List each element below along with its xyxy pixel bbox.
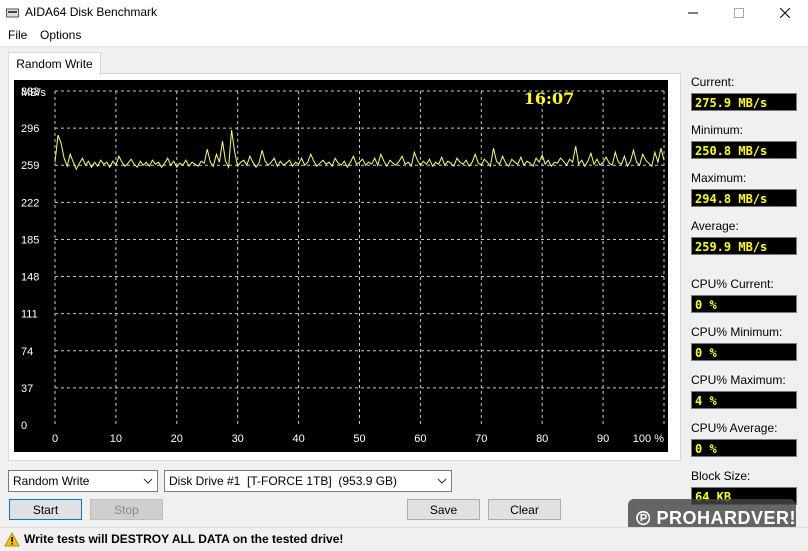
cpu-current-label: CPU% Current: — [691, 277, 774, 291]
cpu-minimum-label: CPU% Minimum: — [691, 325, 783, 339]
test-type-select[interactable]: Random Write — [8, 470, 158, 492]
cpu-current-value: 0 % — [691, 295, 797, 313]
cpu-maximum-value: 4 % — [691, 391, 797, 409]
stop-button[interactable]: Stop — [90, 499, 163, 520]
elapsed-timer: 16:07 — [524, 89, 574, 108]
x-tick-label: 70 — [475, 433, 487, 445]
x-tick-label: 20 — [171, 433, 183, 445]
y-tick-label: 222 — [21, 197, 39, 209]
x-tick-label: 30 — [232, 433, 244, 445]
maximize-icon — [734, 8, 744, 18]
x-tick-label: 40 — [292, 433, 304, 445]
x-tick-label: 60 — [414, 433, 426, 445]
minimize-button[interactable] — [670, 0, 716, 26]
cpu-average-value: 0 % — [691, 439, 797, 457]
y-axis-label: MB/s — [21, 87, 47, 99]
menu-bar: File Options — [0, 26, 808, 47]
y-tick-label: 185 — [21, 234, 39, 246]
y-tick-label: 0 — [21, 420, 27, 432]
y-tick-label: 259 — [21, 160, 39, 172]
cpu-minimum-value: 0 % — [691, 343, 797, 361]
disk-icon — [6, 8, 19, 18]
minimum-label: Minimum: — [691, 123, 744, 137]
warning-text: Write tests will DESTROY ALL DATA on the… — [24, 532, 344, 546]
test-type-value: Random Write — [13, 474, 90, 488]
x-tick-label: 50 — [353, 433, 365, 445]
menu-file[interactable]: File — [8, 28, 27, 42]
prohardver-logo-icon — [636, 510, 651, 526]
close-button[interactable] — [762, 0, 808, 26]
average-value: 259.9 MB/s — [691, 237, 797, 255]
average-label: Average: — [691, 219, 739, 233]
close-icon — [780, 8, 790, 18]
chevron-down-icon — [143, 478, 153, 484]
current-value: 275.9 MB/s — [691, 93, 797, 111]
watermark-text: PROHARDVER! — [656, 507, 796, 528]
y-tick-label: 74 — [21, 346, 33, 358]
x-tick-label: 80 — [536, 433, 548, 445]
chart-svg: 33329625922218514811174370MB/s0 10 20 30 40 5… — [21, 86, 665, 445]
clear-button[interactable]: Clear — [488, 499, 561, 520]
block-size-label: Block Size: — [691, 469, 751, 483]
maximum-value: 294.8 MB/s — [691, 189, 797, 207]
current-label: Current: — [691, 75, 735, 89]
maximum-label: Maximum: — [691, 171, 747, 185]
cpu-average-label: CPU% Average: — [691, 421, 778, 435]
title-bar: AIDA64 Disk Benchmark — [0, 0, 808, 26]
benchmark-chart: 333 296 259 222 185 148 111 74 37 0 MB/s 0 10 20 30 40 5… — [14, 80, 668, 452]
save-button[interactable]: Save — [407, 499, 480, 520]
drive-select[interactable]: Disk Drive #1 [T-FORCE 1TB] (953.9 GB) — [164, 470, 452, 492]
window-title: AIDA64 Disk Benchmark — [25, 5, 158, 19]
menu-options[interactable]: Options — [40, 28, 81, 42]
minimize-icon — [688, 12, 698, 14]
minimum-value: 250.8 MB/s — [691, 141, 797, 159]
x-tick-label: 90 — [597, 433, 609, 445]
x-tick-label: 10 — [110, 433, 122, 445]
y-tick-label: 296 — [21, 123, 39, 135]
start-button[interactable]: Start — [9, 499, 82, 520]
maximize-button[interactable] — [716, 0, 762, 26]
y-tick-label: 37 — [21, 383, 33, 395]
x-tick-label: 0 — [52, 433, 58, 445]
status-bar: Write tests will DESTROY ALL DATA on the… — [0, 527, 808, 551]
chevron-down-icon — [437, 478, 447, 484]
warning-icon — [4, 532, 20, 547]
drive-value: Disk Drive #1 [T-FORCE 1TB] (953.9 GB) — [169, 474, 398, 488]
x-tick-label: 100 % — [633, 433, 664, 445]
y-tick-label: 148 — [21, 272, 39, 284]
y-tick-label: 111 — [21, 309, 38, 321]
tab-random-write[interactable]: Random Write — [8, 52, 101, 75]
cpu-maximum-label: CPU% Maximum: — [691, 373, 786, 387]
